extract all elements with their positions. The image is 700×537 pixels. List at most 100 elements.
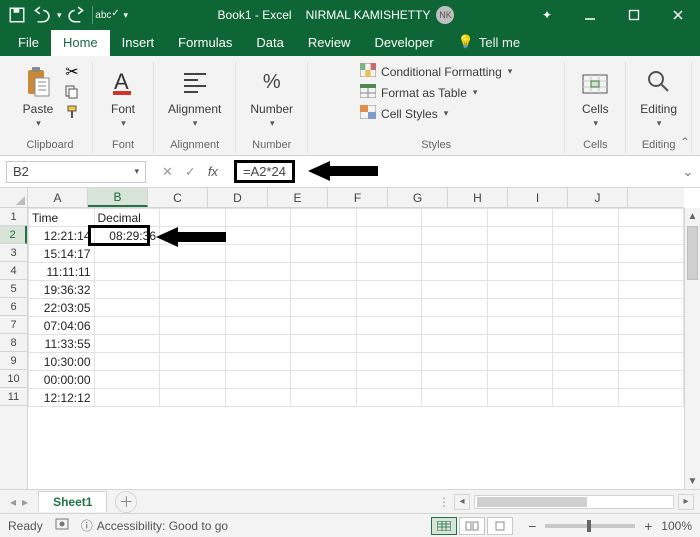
sheet-tab[interactable]: Sheet1 [38,491,107,512]
cell[interactable] [225,281,291,299]
col-header-E[interactable]: E [268,188,328,207]
cell[interactable] [356,263,422,281]
cell[interactable]: 15:14:17 [29,245,95,263]
cell[interactable] [618,371,684,389]
conditional-formatting-button[interactable]: Conditional Formatting▾ [358,62,514,81]
row-header-2[interactable]: 2 [0,226,27,244]
cell[interactable] [422,299,488,317]
cell[interactable] [618,209,684,227]
tab-data[interactable]: Data [244,30,295,56]
horizontal-scrollbar[interactable]: ⋮ ◂ ▸ [438,494,700,510]
cell[interactable] [160,371,226,389]
cell[interactable] [487,245,553,263]
tab-review[interactable]: Review [296,30,363,56]
cell[interactable] [94,353,160,371]
vertical-scrollbar[interactable]: ▲ ▼ [684,208,700,489]
row-header-3[interactable]: 3 [0,244,27,262]
cell[interactable] [160,299,226,317]
cell[interactable] [618,263,684,281]
cell[interactable]: 12:12:12 [29,389,95,407]
tell-me[interactable]: 💡 Tell me [446,29,532,56]
view-normal-button[interactable] [431,517,457,535]
cell[interactable]: 19:36:32 [29,281,95,299]
col-header-I[interactable]: I [508,188,568,207]
vscroll-thumb[interactable] [687,226,698,280]
row-header-6[interactable]: 6 [0,298,27,316]
cell[interactable] [160,353,226,371]
cell[interactable] [487,389,553,407]
cell[interactable] [553,317,619,335]
cell[interactable] [422,371,488,389]
cell[interactable] [291,371,357,389]
cell[interactable] [422,389,488,407]
undo-dropdown-icon[interactable]: ▾ [57,10,62,21]
tab-home[interactable]: Home [51,30,110,56]
redo-icon[interactable] [68,6,86,24]
col-header-B[interactable]: B [88,188,148,207]
cell[interactable] [618,299,684,317]
cell[interactable]: 11:33:55 [29,335,95,353]
cell[interactable] [356,281,422,299]
cell[interactable] [291,389,357,407]
cell[interactable]: 10:30:00 [29,353,95,371]
cell[interactable] [225,335,291,353]
cell[interactable] [487,281,553,299]
sheet-nav-next-icon[interactable]: ▸ [22,495,28,509]
magic-icon[interactable]: ✦ [542,8,552,22]
cell[interactable]: 11:11:11 [29,263,95,281]
row-header-1[interactable]: 1 [0,208,27,226]
cell[interactable] [160,281,226,299]
cell[interactable] [553,371,619,389]
sheet-nav-prev-icon[interactable]: ◂ [10,495,16,509]
cell[interactable] [291,317,357,335]
formula-input[interactable]: =A2*24 [228,160,676,183]
scroll-down-icon[interactable]: ▼ [685,473,700,489]
accept-formula-icon[interactable]: ✓ [185,164,196,180]
cell[interactable] [553,209,619,227]
cell[interactable] [487,227,553,245]
cells-button[interactable]: Cells▾ [575,62,615,131]
view-page-break-button[interactable] [487,517,513,535]
cell[interactable] [487,353,553,371]
cell[interactable] [225,353,291,371]
cell[interactable] [553,245,619,263]
col-header-G[interactable]: G [388,188,448,207]
cell[interactable] [356,209,422,227]
cell[interactable] [487,335,553,353]
row-header-5[interactable]: 5 [0,280,27,298]
editing-button[interactable]: Editing▾ [636,62,681,131]
cell[interactable] [94,371,160,389]
cell[interactable] [422,209,488,227]
cell[interactable] [553,281,619,299]
cell[interactable] [487,263,553,281]
cell[interactable] [422,263,488,281]
hscroll-left-icon[interactable]: ◂ [454,494,470,510]
zoom-control[interactable]: − + 100% [525,519,692,533]
cell[interactable] [618,335,684,353]
hscroll-thumb[interactable] [477,497,587,507]
col-header-D[interactable]: D [208,188,268,207]
cell[interactable] [553,353,619,371]
cell[interactable] [160,389,226,407]
cell[interactable] [618,245,684,263]
cell[interactable] [553,227,619,245]
cell[interactable] [291,245,357,263]
cell[interactable] [291,299,357,317]
cell[interactable]: 00:00:00 [29,371,95,389]
col-header-C[interactable]: C [148,188,208,207]
cell[interactable] [487,317,553,335]
cell[interactable]: 12:21:14 [29,227,95,245]
name-box[interactable]: B2 ▾ [6,161,146,183]
cell[interactable] [160,317,226,335]
save-icon[interactable] [8,6,26,24]
format-as-table-button[interactable]: Format as Table▾ [358,83,514,102]
cell[interactable] [160,335,226,353]
cell[interactable] [291,227,357,245]
col-header-F[interactable]: F [328,188,388,207]
cell[interactable]: Time [29,209,95,227]
number-button[interactable]: % Number▾ [246,62,297,131]
cell[interactable] [94,245,160,263]
qat-customize-icon[interactable]: ▾ [124,10,129,21]
font-button[interactable]: A Font▾ [103,62,143,131]
row-header-8[interactable]: 8 [0,334,27,352]
